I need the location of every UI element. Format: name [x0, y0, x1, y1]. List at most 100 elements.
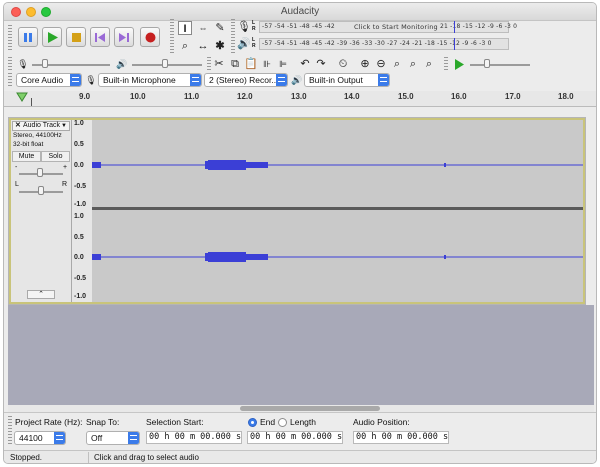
silence-icon[interactable]: ⊫ — [276, 57, 290, 71]
zoom-in-icon[interactable]: ⊕ — [358, 57, 372, 71]
audacity-window: Audacity I ⇔ ✎ ⌕ ↔ ✱ 🎙 LR -57 -54 -51 -4… — [3, 2, 597, 464]
input-volume-thumb[interactable] — [42, 59, 48, 68]
record-button[interactable] — [140, 27, 160, 47]
audio-host-select[interactable]: Core Audio — [16, 73, 82, 87]
selection-start-field[interactable]: 00 h 00 m 00.000 s — [146, 431, 242, 444]
microphone-icon[interactable]: 🎙 — [237, 20, 251, 34]
selection-tool-icon[interactable]: I — [178, 21, 192, 35]
timeshift-tool-icon[interactable]: ↔ — [196, 39, 210, 53]
transport-toolbar-grip[interactable] — [8, 25, 12, 51]
pause-button[interactable] — [18, 27, 38, 47]
input-channels-select[interactable]: 2 (Stereo) Recor... — [204, 73, 288, 87]
zoom-tool-icon[interactable]: ⌕ — [178, 39, 192, 53]
fit-selection-icon[interactable]: ⌕ — [390, 57, 404, 71]
ruler-label-8: 17.0 — [505, 92, 521, 101]
output-volume-thumb[interactable] — [162, 59, 168, 68]
mute-button[interactable]: Mute — [12, 151, 41, 162]
record-meter[interactable]: -57 -54 -51 -48 -45 -42 Click to Start M… — [259, 21, 517, 33]
paste-icon[interactable]: 📋 — [244, 57, 258, 71]
copy-icon[interactable]: ⧉ — [228, 57, 242, 71]
meter-toolbar-grip[interactable] — [231, 19, 235, 55]
fit-project-icon[interactable]: ⌕ — [406, 57, 420, 71]
project-rate-select[interactable]: 44100 — [14, 431, 66, 445]
record-meter-channels: LR — [252, 20, 256, 32]
track-control-panel[interactable]: ✕ Audio Track ▼ Stereo, 44100Hz 32-bit f… — [11, 120, 72, 302]
ruler-label-1: 10.0 — [130, 92, 146, 101]
zoom-out-icon[interactable]: ⊖ — [374, 57, 388, 71]
horizontal-scroll-thumb[interactable] — [240, 406, 380, 411]
skip-to-end-icon — [119, 33, 129, 42]
collapse-track-button[interactable]: ⌃ — [27, 290, 55, 299]
playback-meter[interactable]: -57 -54 -51 -48 -45 -42 -39 -36 -33 -30 … — [259, 38, 509, 50]
track-menu-chevron-icon[interactable]: ▼ — [61, 122, 67, 130]
play-at-speed-grip[interactable] — [444, 57, 448, 71]
mixer-toolbar-grip[interactable] — [8, 57, 12, 71]
waveform-svg — [92, 160, 584, 262]
gain-thumb[interactable] — [37, 168, 43, 177]
length-radio-label[interactable]: Length — [290, 417, 316, 427]
speaker-icon[interactable]: 🔊 — [237, 37, 251, 51]
close-track-icon[interactable]: ✕ — [15, 122, 21, 130]
ruler-label-2: 11.0 — [184, 92, 200, 101]
track-name-bar[interactable]: ✕ Audio Track ▼ — [12, 121, 70, 131]
redo-icon[interactable]: ↷ — [314, 57, 328, 71]
timeline-ruler[interactable]: 9.0 10.0 11.0 12.0 13.0 14.0 15.0 16.0 1… — [4, 91, 596, 107]
scale-bottom-5: -1.0 — [74, 293, 87, 300]
monitor-label[interactable]: Click to Start Monitoring — [352, 23, 440, 31]
status-divider — [88, 452, 89, 463]
envelope-tool-icon[interactable]: ⇔ — [196, 21, 210, 35]
selection-end-field[interactable]: 00 h 00 m 00.000 s — [247, 431, 343, 444]
end-radio[interactable] — [248, 418, 257, 427]
ruler-label-6: 15.0 — [398, 92, 414, 101]
solo-button[interactable]: Solo — [41, 151, 70, 162]
skip-to-end-button[interactable] — [114, 27, 134, 47]
playback-speed-thumb[interactable] — [484, 59, 490, 68]
length-radio[interactable] — [278, 418, 287, 427]
trim-icon[interactable]: ⊪ — [260, 57, 274, 71]
output-device-value: Built-in Output — [309, 75, 363, 85]
title-bar: Audacity — [4, 3, 596, 21]
track-bit-depth: 32-bit float — [13, 141, 44, 148]
horizontal-scrollbar[interactable] — [8, 405, 594, 412]
end-radio-label[interactable]: End — [260, 417, 275, 427]
output-device-select[interactable]: Built-in Output — [304, 73, 390, 87]
audio-position-field[interactable]: 00 h 00 m 00.000 s — [353, 431, 449, 444]
play-head-icon[interactable] — [16, 92, 28, 102]
play-at-speed-icon — [455, 59, 464, 70]
scale-top-4: -0.5 — [74, 183, 87, 190]
record-meter-peak — [454, 21, 455, 33]
play-button[interactable] — [42, 27, 62, 47]
stop-button[interactable] — [66, 27, 86, 47]
input-device-select[interactable]: Built-in Microphone — [98, 73, 202, 87]
vertical-scale[interactable]: 1.0 0.5 0.0 -0.5 -1.0 1.0 0.5 0.0 -0.5 -… — [72, 120, 92, 302]
waveform-panel[interactable] — [92, 120, 584, 302]
chevron-down-icon — [190, 74, 201, 86]
window-title: Audacity — [280, 6, 320, 17]
chevron-down-icon — [276, 74, 287, 86]
undo-icon[interactable]: ↶ — [298, 57, 312, 71]
ruler-label-4: 13.0 — [291, 92, 307, 101]
ruler-label-5: 14.0 — [344, 92, 360, 101]
chevron-up-icon: ⌃ — [38, 291, 44, 298]
pan-thumb[interactable] — [38, 186, 44, 195]
track-name[interactable]: Audio Track — [23, 122, 60, 130]
scale-top-1: 1.0 — [74, 120, 84, 127]
playback-meter-peak — [454, 38, 455, 50]
sync-lock-icon[interactable]: ⏲ — [336, 57, 350, 71]
selection-toolbar-grip[interactable] — [8, 416, 12, 446]
stop-icon — [72, 33, 81, 42]
multi-tool-icon[interactable]: ✱ — [213, 39, 227, 53]
snap-to-select[interactable]: Off — [86, 431, 140, 445]
draw-tool-icon[interactable]: ✎ — [213, 21, 227, 35]
empty-project-area[interactable] — [8, 305, 594, 406]
playback-speed-slider[interactable] — [470, 64, 530, 66]
device-toolbar-grip[interactable] — [8, 73, 12, 87]
ruler-tick — [31, 98, 32, 106]
edit-toolbar-grip[interactable] — [207, 57, 211, 71]
cut-icon[interactable]: ✂ — [212, 57, 226, 71]
tools-toolbar-grip[interactable] — [170, 19, 174, 55]
play-at-speed-button[interactable] — [454, 59, 465, 72]
skip-to-start-button[interactable] — [90, 27, 110, 47]
zoom-toggle-icon[interactable]: ⌕ — [422, 57, 436, 71]
audio-host-value: Core Audio — [21, 75, 64, 85]
